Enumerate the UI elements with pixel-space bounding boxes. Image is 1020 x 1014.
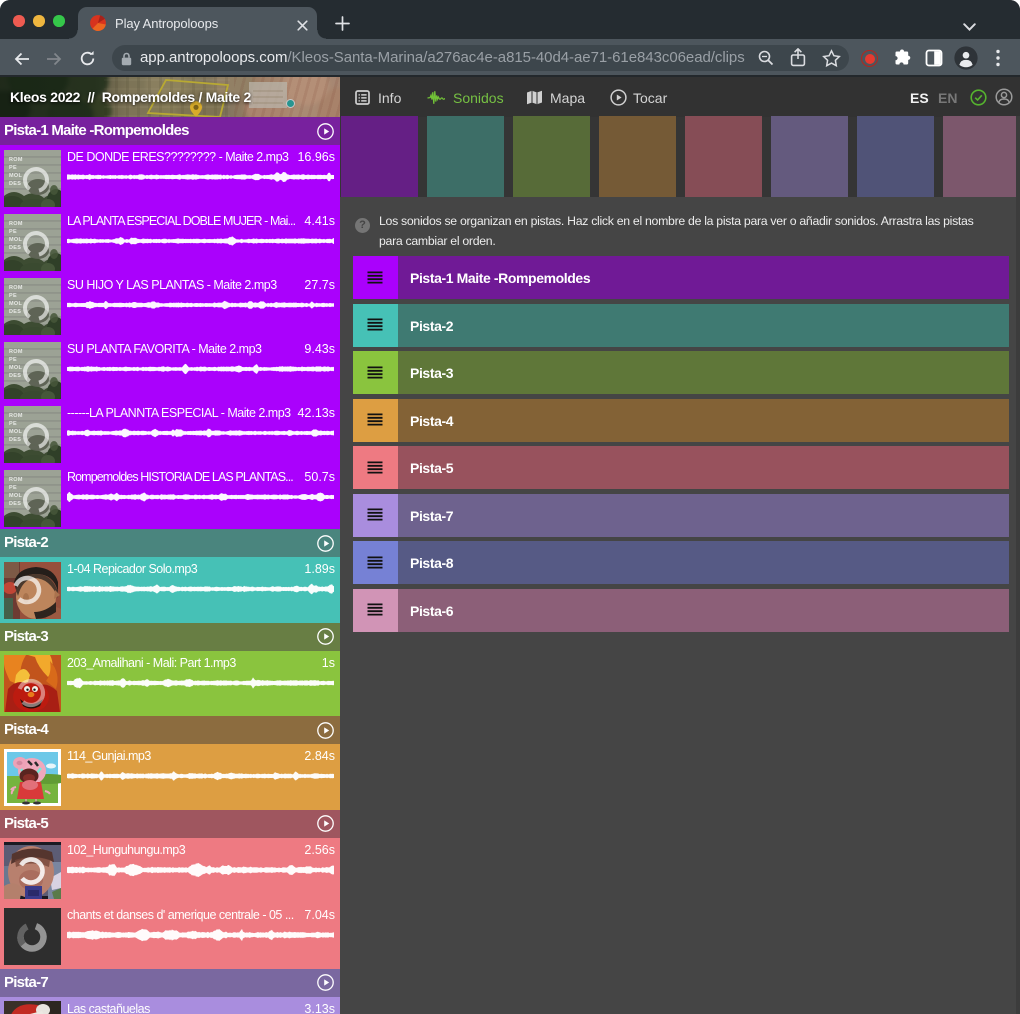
svg-text:PE: PE xyxy=(9,485,17,491)
svg-text:DES: DES xyxy=(9,373,21,379)
svg-text:ROM: ROM xyxy=(9,157,23,163)
svg-text:MOL: MOL xyxy=(9,429,22,435)
svg-text:DES: DES xyxy=(9,437,21,443)
svg-text:DES: DES xyxy=(9,501,21,507)
svg-text:PE: PE xyxy=(9,229,17,235)
svg-text:ROM: ROM xyxy=(9,477,23,483)
svg-text:PE: PE xyxy=(9,357,17,363)
svg-text:ROM: ROM xyxy=(9,413,23,419)
svg-text:ROM: ROM xyxy=(9,285,23,291)
svg-text:DES: DES xyxy=(9,181,21,187)
svg-text:DES: DES xyxy=(9,245,21,251)
svg-text:MOL: MOL xyxy=(9,493,22,499)
svg-text:PE: PE xyxy=(9,165,17,171)
svg-text:MOL: MOL xyxy=(9,301,22,307)
svg-text:ROM: ROM xyxy=(9,349,23,355)
svg-text:ROM: ROM xyxy=(9,221,23,227)
svg-text:DES: DES xyxy=(9,309,21,315)
svg-text:MOL: MOL xyxy=(9,173,22,179)
svg-text:MOL: MOL xyxy=(9,237,22,243)
svg-text:PE: PE xyxy=(9,293,17,299)
svg-text:PE: PE xyxy=(9,421,17,427)
svg-text:MOL: MOL xyxy=(9,365,22,371)
